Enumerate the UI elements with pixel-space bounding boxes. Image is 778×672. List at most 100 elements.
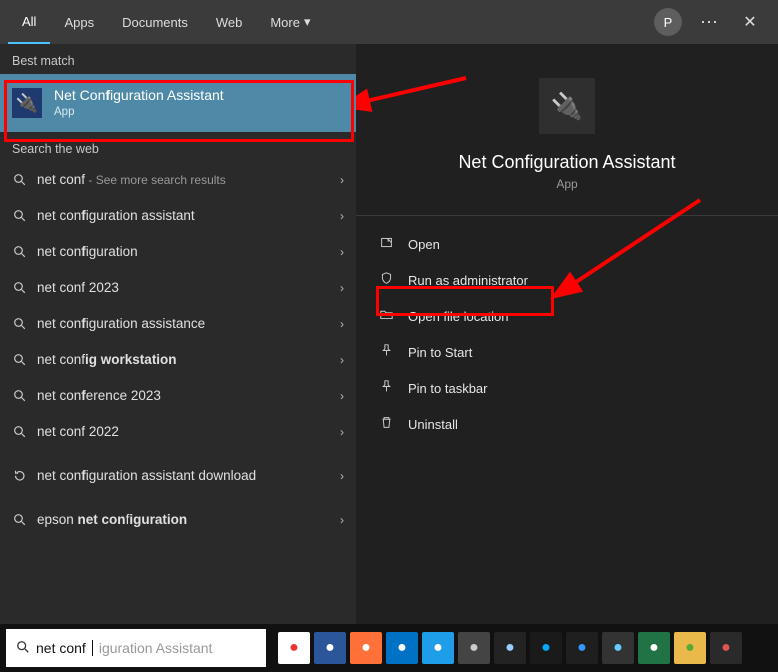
- search-completion-text: iguration Assistant: [99, 640, 213, 656]
- best-match-sub: App: [54, 105, 224, 119]
- action-pin-to-taskbar[interactable]: Pin to taskbar: [356, 370, 778, 406]
- best-match-title: Net Configuration Assistant: [54, 87, 224, 105]
- search-typed-text: net conf: [36, 640, 86, 656]
- web-result-text: net configuration assistance: [37, 316, 205, 332]
- chevron-right-icon: ›: [340, 245, 344, 259]
- chevron-right-icon: ›: [340, 281, 344, 295]
- search-web-header: Search the web: [0, 132, 356, 162]
- search-icon: [12, 316, 27, 331]
- search-filter-tabs: All Apps Documents Web More ▾ P ⋯ ✕: [0, 0, 778, 44]
- web-result[interactable]: net configuration ›: [0, 234, 356, 270]
- user-avatar[interactable]: P: [654, 8, 682, 36]
- web-result[interactable]: net conf 2023 ›: [0, 270, 356, 306]
- web-result[interactable]: net config workstation ›: [0, 342, 356, 378]
- open-icon: [378, 236, 394, 252]
- tab-apps[interactable]: Apps: [50, 0, 108, 44]
- web-result[interactable]: epson net configuration ›: [0, 502, 356, 538]
- taskbar-firefox[interactable]: ●: [350, 632, 382, 664]
- taskbar-edge[interactable]: ●: [422, 632, 454, 664]
- taskbar-app-red[interactable]: ●: [710, 632, 742, 664]
- taskbar-opera[interactable]: ●: [530, 632, 562, 664]
- action-label: Open: [408, 237, 440, 252]
- search-icon: [12, 512, 27, 527]
- chevron-right-icon: ›: [340, 425, 344, 439]
- taskbar-vscode[interactable]: ●: [566, 632, 598, 664]
- tab-all[interactable]: All: [8, 0, 50, 44]
- tab-more-label: More: [270, 15, 300, 30]
- action-label: Pin to taskbar: [408, 381, 488, 396]
- best-match-result[interactable]: 🔌 Net Configuration Assistant App: [0, 74, 356, 132]
- web-result-hint: - See more search results: [85, 173, 226, 187]
- chevron-down-icon: ▾: [304, 14, 311, 30]
- taskbar-word[interactable]: ●: [314, 632, 346, 664]
- web-result[interactable]: net conference 2023 ›: [0, 378, 356, 414]
- chevron-right-icon: ›: [340, 173, 344, 187]
- taskbar: net configuration Assistant ●●●●●●●●●●●●…: [0, 624, 778, 672]
- preview-app-sub: App: [366, 177, 768, 191]
- web-result-text: net conference 2023: [37, 388, 161, 404]
- text-caret: [92, 640, 93, 656]
- tab-documents[interactable]: Documents: [108, 0, 202, 44]
- action-label: Uninstall: [408, 417, 458, 432]
- chevron-right-icon: ›: [340, 389, 344, 403]
- pin-icon: [378, 344, 394, 360]
- action-open[interactable]: Open: [356, 226, 778, 262]
- action-run-as-administrator[interactable]: Run as administrator: [356, 262, 778, 298]
- search-icon: [12, 280, 27, 295]
- action-open-file-location[interactable]: Open file location: [356, 298, 778, 334]
- preview-pane: 🔌 Net Configuration Assistant App Open Ru…: [356, 44, 778, 624]
- web-result[interactable]: net conf - See more search results ›: [0, 162, 356, 198]
- action-label: Open file location: [408, 309, 508, 324]
- folder-icon: [378, 308, 394, 324]
- taskbar-shapes[interactable]: ●: [494, 632, 526, 664]
- pin-icon: [378, 380, 394, 396]
- web-result-text: net conf - See more search results: [37, 172, 226, 188]
- chevron-right-icon: ›: [340, 469, 344, 483]
- action-label: Pin to Start: [408, 345, 472, 360]
- web-result-text: net conf 2022: [37, 424, 119, 440]
- chevron-right-icon: ›: [340, 209, 344, 223]
- web-result[interactable]: net configuration assistant download ›: [0, 450, 356, 502]
- taskbar-explorer[interactable]: ●: [674, 632, 706, 664]
- web-result-text: epson net configuration: [37, 512, 187, 528]
- preview-app-icon: 🔌: [539, 78, 595, 134]
- taskbar-chrome[interactable]: ●: [278, 632, 310, 664]
- results-pane: Best match 🔌 Net Configuration Assistant…: [0, 44, 356, 624]
- search-icon: [12, 172, 27, 187]
- web-result-text: net conf 2023: [37, 280, 119, 296]
- taskbar-terminal[interactable]: ●: [458, 632, 490, 664]
- search-icon: [12, 424, 27, 439]
- preview-app-title: Net Configuration Assistant: [366, 152, 768, 173]
- best-match-header: Best match: [0, 44, 356, 74]
- action-uninstall[interactable]: Uninstall: [356, 406, 778, 442]
- taskbar-outlook[interactable]: ●: [386, 632, 418, 664]
- search-icon: [12, 208, 27, 223]
- shield-icon: [378, 272, 394, 288]
- tab-more[interactable]: More ▾: [256, 0, 324, 44]
- tab-web[interactable]: Web: [202, 0, 257, 44]
- taskbar-app-x[interactable]: ●: [602, 632, 634, 664]
- search-icon: [12, 352, 27, 367]
- chevron-right-icon: ›: [340, 317, 344, 331]
- web-result-text: net configuration assistant: [37, 208, 195, 224]
- web-result-text: net config workstation: [37, 352, 177, 368]
- web-result[interactable]: net configuration assistance ›: [0, 306, 356, 342]
- action-label: Run as administrator: [408, 273, 528, 288]
- trash-icon: [378, 416, 394, 432]
- web-result-text: net configuration assistant download: [37, 468, 256, 484]
- app-icon: 🔌: [12, 88, 42, 118]
- search-icon: [12, 388, 27, 403]
- web-result[interactable]: net conf 2022 ›: [0, 414, 356, 450]
- history-icon: [12, 468, 27, 483]
- search-input[interactable]: net conf iguration Assistant: [6, 629, 266, 667]
- close-button[interactable]: ✕: [730, 12, 770, 32]
- chevron-right-icon: ›: [340, 513, 344, 527]
- search-icon: [16, 640, 30, 657]
- taskbar-excel[interactable]: ●: [638, 632, 670, 664]
- chevron-right-icon: ›: [340, 353, 344, 367]
- more-options-button[interactable]: ⋯: [690, 12, 730, 33]
- search-icon: [12, 244, 27, 259]
- action-pin-to-start[interactable]: Pin to Start: [356, 334, 778, 370]
- web-result-text: net configuration: [37, 244, 138, 260]
- web-result[interactable]: net configuration assistant ›: [0, 198, 356, 234]
